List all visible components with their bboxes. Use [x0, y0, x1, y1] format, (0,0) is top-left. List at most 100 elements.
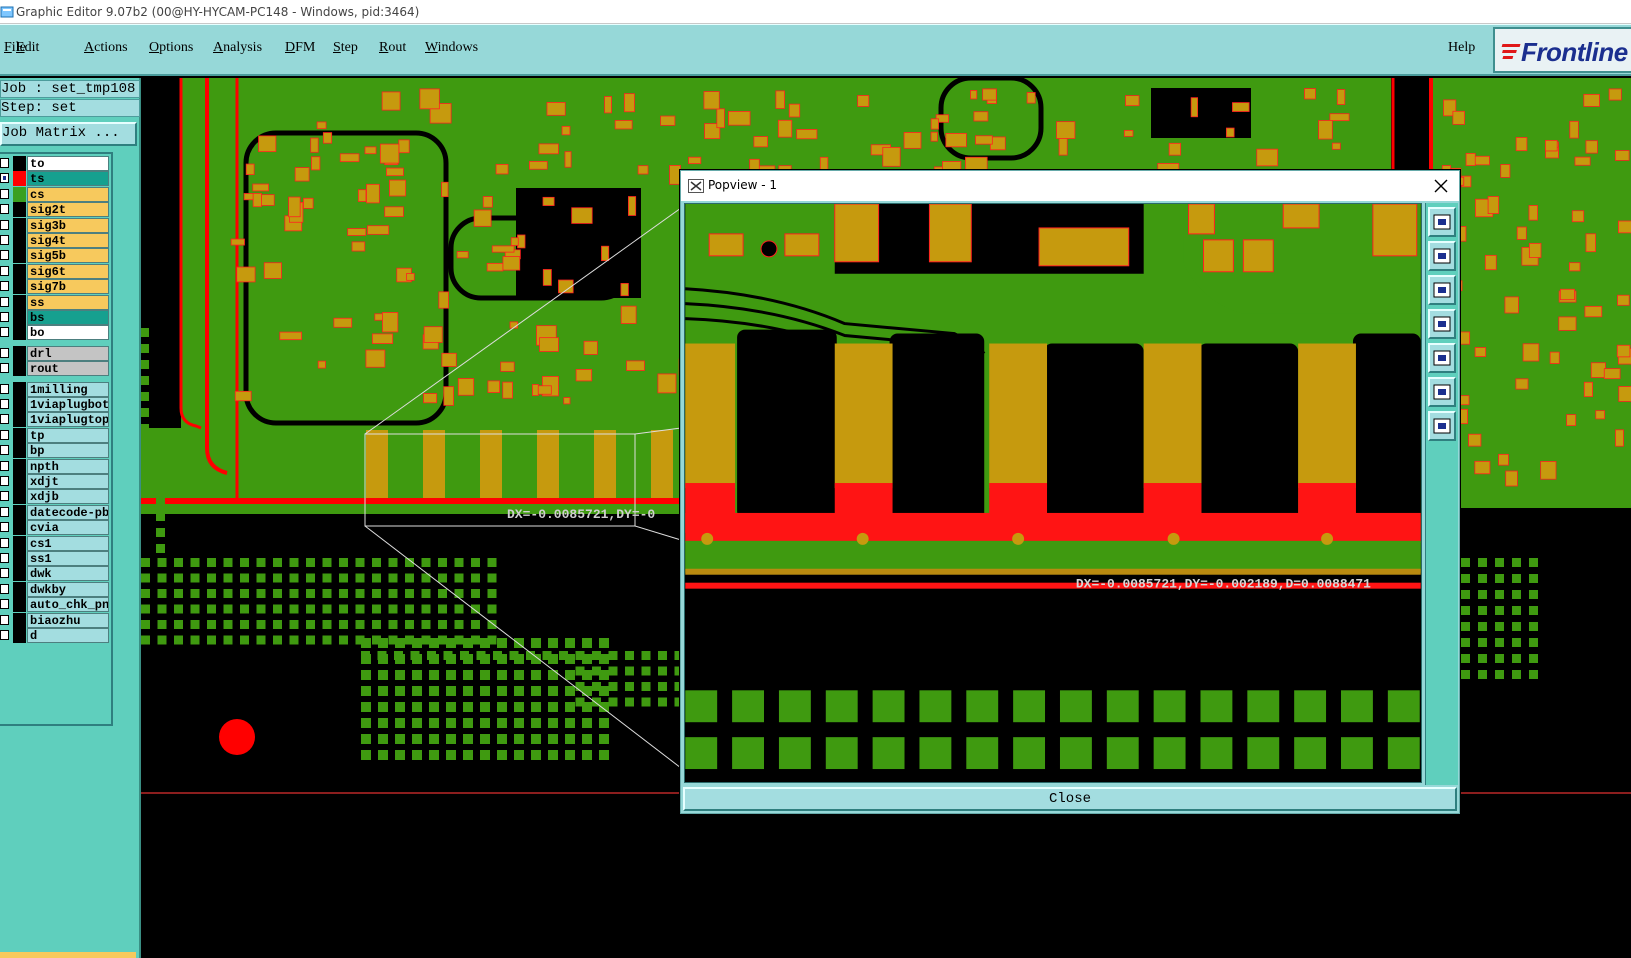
- layer-row-1viaplugtop[interactable]: 1viaplugtop: [0, 412, 110, 428]
- layer-checkbox[interactable]: [0, 347, 9, 358]
- layer-name[interactable]: sig4t: [27, 233, 109, 248]
- layer-color-swatch[interactable]: [13, 397, 26, 412]
- layer-row-cvia[interactable]: cvia: [0, 520, 110, 536]
- layer-checkbox[interactable]: [0, 327, 9, 338]
- layer-checkbox[interactable]: [0, 250, 9, 261]
- close-button[interactable]: Close: [683, 787, 1457, 811]
- menu-options[interactable]: Options: [149, 40, 193, 56]
- layer-checkbox[interactable]: [0, 363, 9, 374]
- layer-color-swatch[interactable]: [13, 345, 26, 361]
- layer-name[interactable]: dwkby: [27, 581, 109, 597]
- layer-name[interactable]: datecode-pbe: [27, 504, 109, 520]
- layer-name[interactable]: drl: [27, 345, 109, 361]
- menu-actions[interactable]: Actions: [84, 40, 128, 56]
- layer-checkbox[interactable]: [0, 506, 9, 517]
- layer-row-auto-chk-pnl[interactable]: auto_chk_pnl: [0, 597, 110, 613]
- layer-checkbox[interactable]: [0, 491, 9, 502]
- layer-checkbox[interactable]: [0, 522, 9, 533]
- layer-name[interactable]: sig6t: [27, 263, 109, 279]
- zoom-center-icon[interactable]: [1428, 411, 1456, 441]
- layer-checkbox[interactable]: [0, 188, 9, 199]
- layer-name[interactable]: ss1: [27, 551, 109, 566]
- layer-checkbox[interactable]: [0, 429, 9, 440]
- menu-windows[interactable]: Windows: [425, 40, 478, 56]
- layer-row-npth[interactable]: npth: [0, 458, 110, 474]
- layer-color-swatch[interactable]: [13, 458, 26, 474]
- menu-help[interactable]: Help: [1448, 40, 1475, 56]
- layer-row-sig7b[interactable]: sig7b: [0, 279, 110, 295]
- layer-name[interactable]: to: [27, 156, 109, 171]
- layer-row-sig3b[interactable]: sig3b: [0, 217, 110, 233]
- layer-name[interactable]: 1viaplugtop: [27, 412, 109, 428]
- layer-color-swatch[interactable]: [13, 427, 26, 443]
- layer-color-swatch[interactable]: [13, 489, 26, 505]
- layer-color-swatch[interactable]: [13, 504, 26, 520]
- layer-name[interactable]: cs1: [27, 535, 109, 551]
- layer-name[interactable]: sig5b: [27, 248, 109, 264]
- layer-name[interactable]: cvia: [27, 520, 109, 536]
- layer-name[interactable]: bo: [27, 325, 109, 341]
- pan-right-icon[interactable]: [1428, 343, 1456, 373]
- layer-row-dwkby[interactable]: dwkby: [0, 581, 110, 597]
- layer-checkbox[interactable]: [0, 537, 9, 548]
- layer-checkbox[interactable]: [0, 476, 9, 486]
- layer-row-d[interactable]: d: [0, 628, 110, 643]
- menu-analysis[interactable]: Analysis: [213, 40, 262, 56]
- layer-row-sig4t[interactable]: sig4t: [0, 233, 110, 248]
- layer-name[interactable]: d: [27, 628, 109, 643]
- layer-row-dwk[interactable]: dwk: [0, 566, 110, 582]
- layer-color-swatch[interactable]: [13, 325, 26, 341]
- layer-color-swatch[interactable]: [13, 412, 26, 428]
- layer-color-swatch[interactable]: [13, 361, 26, 377]
- layer-color-swatch[interactable]: [13, 202, 26, 218]
- layer-name[interactable]: 1milling: [27, 381, 109, 397]
- layer-row-drl[interactable]: drl: [0, 345, 110, 361]
- layer-color-swatch[interactable]: [13, 263, 26, 279]
- layer-name[interactable]: sig3b: [27, 217, 109, 233]
- layer-row-cs[interactable]: cs: [0, 186, 110, 202]
- layer-checkbox[interactable]: [0, 445, 9, 456]
- layer-checkbox[interactable]: [0, 235, 9, 245]
- layer-name[interactable]: rout: [27, 361, 109, 377]
- layer-row-tp[interactable]: tp: [0, 427, 110, 443]
- close-icon[interactable]: [1429, 174, 1453, 198]
- layer-name[interactable]: biaozhu: [27, 612, 109, 628]
- layer-row-ss[interactable]: ss: [0, 294, 110, 310]
- layer-row-sig2t[interactable]: sig2t: [0, 202, 110, 218]
- layer-checkbox[interactable]: [0, 158, 9, 168]
- pan-left-icon[interactable]: [1428, 309, 1456, 339]
- layer-color-swatch[interactable]: [13, 217, 26, 233]
- layer-color-swatch[interactable]: [13, 581, 26, 597]
- layer-row-sig5b[interactable]: sig5b: [0, 248, 110, 264]
- layer-color-swatch[interactable]: [13, 443, 26, 459]
- layer-row-xdjb[interactable]: xdjb: [0, 489, 110, 505]
- layer-name[interactable]: auto_chk_pnl: [27, 597, 109, 613]
- layer-name[interactable]: sig7b: [27, 279, 109, 295]
- layer-color-swatch[interactable]: [13, 474, 26, 489]
- layer-name[interactable]: xdjb: [27, 489, 109, 505]
- layer-row-to[interactable]: to: [0, 156, 110, 171]
- layer-row-ts[interactable]: ts: [0, 171, 110, 187]
- layer-name[interactable]: bs: [27, 310, 109, 325]
- layer-row-datecode-pbe[interactable]: datecode-pbe: [0, 504, 110, 520]
- menu-dfm[interactable]: DFM: [285, 40, 315, 56]
- layer-color-swatch[interactable]: [13, 628, 26, 643]
- layer-row-bs[interactable]: bs: [0, 310, 110, 325]
- layer-checkbox[interactable]: [0, 219, 9, 230]
- menu-edit[interactable]: Edit: [16, 40, 39, 56]
- layer-name[interactable]: npth: [27, 458, 109, 474]
- layer-color-swatch[interactable]: [13, 520, 26, 536]
- layer-row-1viaplugbott[interactable]: 1viaplugbott: [0, 397, 110, 412]
- layer-name[interactable]: 1viaplugbott: [27, 397, 109, 412]
- layer-name[interactable]: xdjt: [27, 474, 109, 489]
- layer-color-swatch[interactable]: [13, 612, 26, 628]
- layer-name[interactable]: bp: [27, 443, 109, 459]
- layer-color-swatch[interactable]: [13, 279, 26, 295]
- layer-row-bp[interactable]: bp: [0, 443, 110, 459]
- layer-row-rout[interactable]: rout: [0, 361, 110, 377]
- layer-color-swatch[interactable]: [13, 535, 26, 551]
- layer-name[interactable]: cs: [27, 186, 109, 202]
- layer-checkbox[interactable]: [0, 553, 9, 563]
- layer-checkbox[interactable]: [0, 204, 9, 215]
- layer-checkbox[interactable]: [0, 460, 9, 471]
